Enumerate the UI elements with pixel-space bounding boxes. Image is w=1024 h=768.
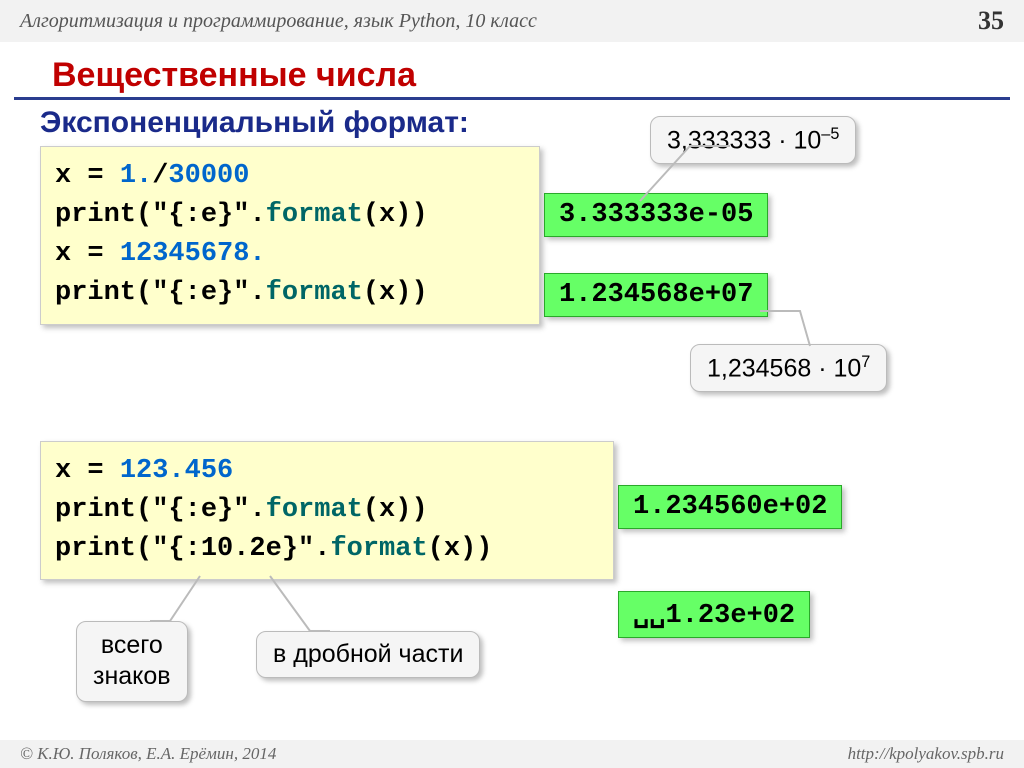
footer-url: http://kpolyakov.spb.ru xyxy=(848,744,1004,764)
callout-sci-2: 1,234568 · 107 xyxy=(690,344,887,392)
course-title: Алгоритмизация и программирование, язык … xyxy=(20,10,537,33)
slide-footer: © К.Ю. Поляков, Е.А. Ерёмин, 2014 http:/… xyxy=(0,740,1024,768)
output-4: ␣␣1.23e+02 xyxy=(618,591,810,638)
callout-fraction: в дробной части xyxy=(256,631,480,678)
code-block-2: x = 123.456 print("{:e}".format(x)) prin… xyxy=(40,441,614,580)
page-number: 35 xyxy=(978,6,1004,36)
slide-header: Алгоритмизация и программирование, язык … xyxy=(0,0,1024,42)
slide-title: Вещественные числа xyxy=(14,42,1010,100)
output-1: 3.333333e-05 xyxy=(544,193,768,237)
output-2: 1.234568e+07 xyxy=(544,273,768,317)
slide-subtitle: Экспоненциальный формат: xyxy=(0,100,1024,146)
code-block-1: x = 1./30000 print("{:e}".format(x)) x =… xyxy=(40,146,540,325)
output-3: 1.234560e+02 xyxy=(618,485,842,529)
copyright: © К.Ю. Поляков, Е.А. Ерёмин, 2014 xyxy=(20,744,276,764)
callout-total-chars: всего знаков xyxy=(76,621,188,702)
callout-sci-1: 3,333333 · 10–5 xyxy=(650,116,856,164)
